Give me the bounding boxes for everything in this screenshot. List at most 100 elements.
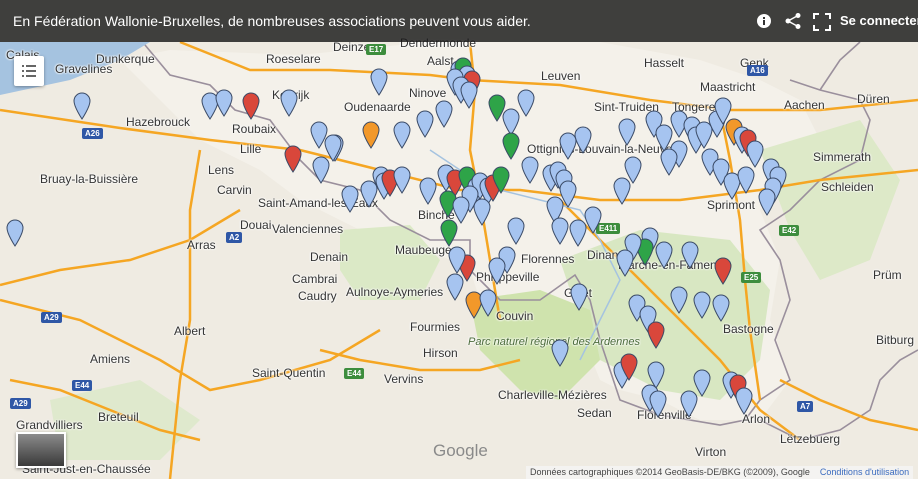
place-deinze: Deinze [333, 40, 371, 54]
map-marker-blue[interactable] [6, 219, 24, 248]
place-florennes: Florennes [521, 252, 575, 266]
map-marker-blue[interactable] [693, 291, 711, 320]
road-shield: A7 [797, 401, 814, 412]
place-simmerath: Simmerath [813, 150, 872, 164]
legend-toggle-button[interactable] [14, 56, 44, 86]
place-caudry: Caudry [298, 289, 337, 303]
map-marker-blue[interactable] [618, 118, 636, 147]
place-albert: Albert [174, 324, 206, 338]
map-marker-blue[interactable] [460, 81, 478, 109]
map-marker-blue[interactable] [574, 126, 592, 155]
place-carvin: Carvin [217, 183, 252, 197]
map-marker-blue[interactable] [341, 185, 359, 213]
map-marker-red[interactable] [242, 92, 260, 120]
place-grandvilliers: Grandvilliers [16, 418, 83, 432]
map-marker-blue[interactable] [681, 241, 699, 269]
place-charleville: Charleville-Mézières [498, 388, 607, 402]
map-marker-blue[interactable] [670, 286, 688, 314]
map-marker-blue[interactable] [393, 121, 411, 149]
road-shield: E44 [344, 368, 365, 379]
attribution-text: Données cartographiques ©2014 GeoBasis-D… [530, 467, 810, 477]
place-ottignies: Ottignies-Louvain-la-Neuve [527, 142, 673, 156]
map-marker-blue[interactable] [310, 121, 328, 149]
place-douai: Douai [240, 218, 272, 232]
map-marker-blue[interactable] [551, 339, 569, 368]
place-leuven: Leuven [541, 69, 581, 83]
terms-link[interactable]: Conditions d'utilisation [820, 467, 909, 477]
map-marker-blue[interactable] [517, 89, 535, 117]
map-marker-orange[interactable] [362, 121, 380, 149]
map-marker-red[interactable] [620, 353, 638, 381]
satellite-toggle-thumbnail[interactable] [16, 432, 66, 468]
road-shield: A29 [41, 312, 62, 323]
map-marker-blue[interactable] [215, 89, 233, 117]
map-marker-blue[interactable] [737, 166, 755, 195]
map-marker-blue[interactable] [712, 294, 730, 322]
map-view[interactable]: Calais Dunkerque Gravelines Kortrijk Roe… [0, 0, 918, 479]
map-marker-blue[interactable] [570, 283, 588, 312]
place-oudenaarde: Oudenaarde [344, 100, 411, 114]
road-shield: A29 [10, 398, 31, 409]
map-marker-red[interactable] [284, 145, 302, 173]
map-marker-blue[interactable] [616, 249, 634, 277]
map-marker-red[interactable] [647, 321, 665, 349]
place-arras: Arras [187, 238, 216, 252]
map-marker-blue[interactable] [551, 217, 569, 245]
road-shield: E44 [72, 380, 93, 391]
map-marker-blue[interactable] [613, 177, 631, 205]
place-bruay: Bruay-la-Buissière [40, 172, 139, 186]
map-marker-green[interactable] [440, 219, 458, 248]
map-marker-blue[interactable] [660, 148, 678, 176]
place-maastricht: Maastricht [700, 80, 756, 94]
map-marker-blue[interactable] [473, 198, 491, 227]
place-denain: Denain [310, 250, 349, 264]
place-lille: Lille [240, 142, 262, 156]
place-amiens: Amiens [90, 352, 131, 366]
map-marker-blue[interactable] [419, 177, 437, 205]
list-icon [22, 65, 36, 77]
map-marker-green[interactable] [492, 166, 510, 195]
place-breteuil: Breteuil [98, 410, 139, 424]
place-hirson: Hirson [423, 346, 458, 360]
place-couvin: Couvin [496, 309, 534, 323]
map-marker-blue[interactable] [73, 92, 91, 120]
map-marker-blue[interactable] [521, 156, 539, 184]
map-marker-blue[interactable] [479, 289, 497, 317]
place-st-quentin: Saint-Quentin [252, 366, 326, 380]
map-marker-blue[interactable] [416, 110, 434, 139]
share-icon[interactable] [784, 12, 802, 30]
map-marker-blue[interactable] [655, 241, 673, 269]
map-marker-blue[interactable] [488, 257, 506, 285]
place-prum: Prüm [873, 268, 902, 282]
map-marker-green[interactable] [502, 132, 520, 160]
map-marker-blue[interactable] [758, 188, 776, 216]
map-marker-blue[interactable] [735, 387, 753, 416]
map-marker-blue[interactable] [649, 390, 667, 418]
info-icon[interactable] [756, 13, 772, 29]
map-marker-blue[interactable] [559, 132, 577, 160]
map-marker-blue[interactable] [569, 219, 587, 248]
place-ninove: Ninove [409, 86, 447, 100]
map-marker-blue[interactable] [448, 246, 466, 274]
map-marker-blue[interactable] [446, 273, 464, 301]
road-shield: A16 [747, 65, 768, 76]
map-marker-blue[interactable] [360, 180, 378, 208]
place-virton: Virton [695, 445, 727, 459]
map-marker-blue[interactable] [393, 166, 411, 195]
map-marker-blue[interactable] [507, 217, 525, 245]
road-shield: A2 [226, 232, 243, 243]
map-title: En Fédération Wallonie-Bruxelles, de nom… [13, 13, 531, 29]
road-shield: A26 [82, 128, 103, 139]
place-bitburg: Bitburg [876, 333, 915, 347]
map-marker-blue[interactable] [370, 68, 388, 96]
place-aachen: Aachen [784, 98, 825, 112]
map-marker-blue[interactable] [584, 206, 602, 235]
map-marker-blue[interactable] [280, 89, 298, 117]
map-marker-blue[interactable] [693, 369, 711, 397]
map-marker-red[interactable] [714, 257, 732, 285]
signin-button[interactable]: Se connecter [840, 13, 918, 28]
map-marker-blue[interactable] [435, 100, 453, 128]
road-shield: E25 [741, 272, 762, 283]
fullscreen-icon[interactable] [812, 12, 832, 32]
top-bar: En Fédération Wallonie-Bruxelles, de nom… [0, 0, 918, 42]
